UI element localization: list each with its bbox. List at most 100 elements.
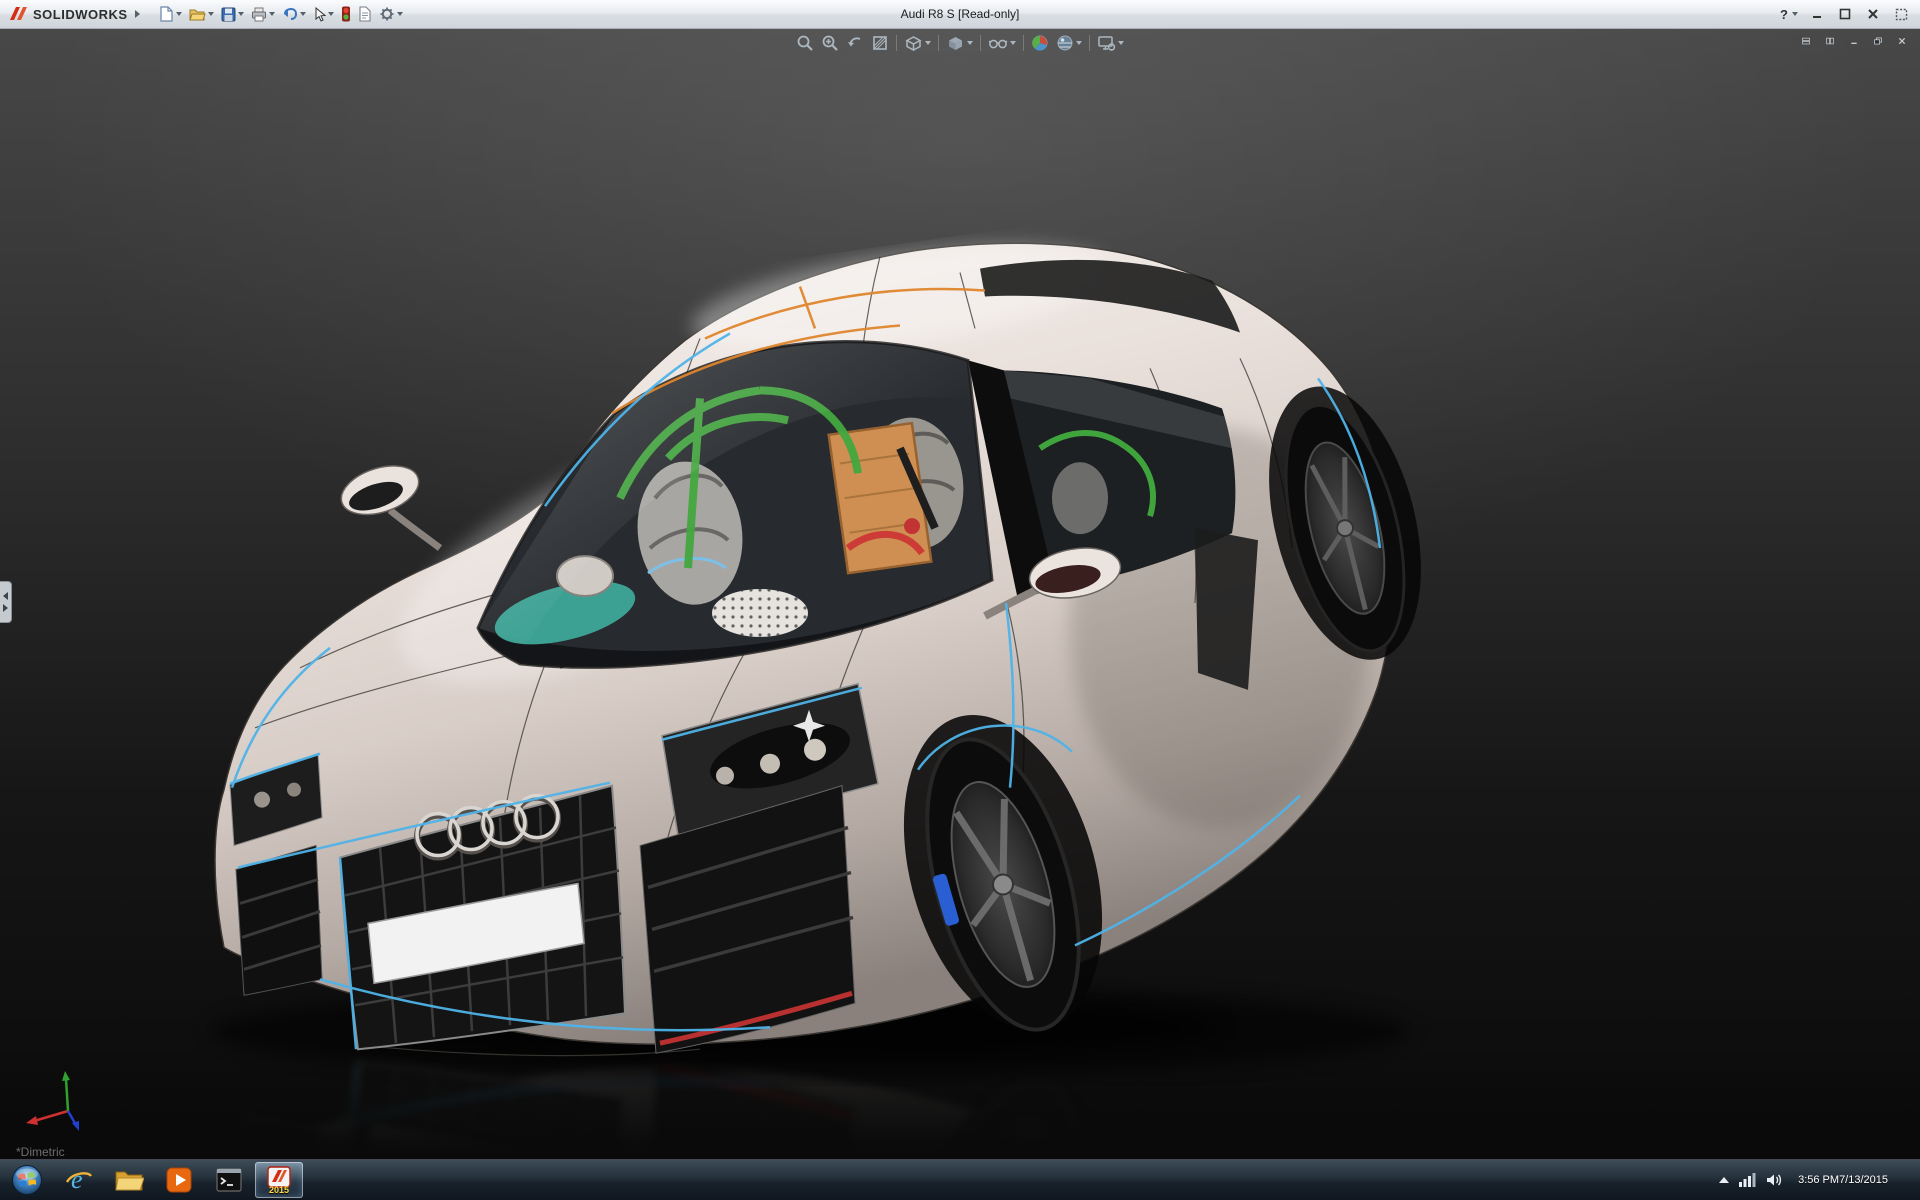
hide-show-items-button[interactable] [985,31,1019,55]
close-button[interactable] [1860,4,1886,24]
dropdown-caret-icon [176,12,182,16]
file-properties-icon [358,6,372,22]
save-icon [221,7,236,22]
hidden-icons-button[interactable] [1719,1177,1729,1183]
network-icon [1738,1172,1756,1188]
rebuild-button[interactable] [338,2,354,26]
document-restore-button[interactable] [1868,32,1888,50]
dropdown-caret-icon [1792,12,1798,16]
undo-button[interactable] [279,2,309,26]
media-player-icon [165,1166,193,1194]
internet-explorer-icon: e [64,1165,94,1195]
maximize-button[interactable] [1832,4,1858,24]
menu-expand-chevron-icon[interactable] [135,10,140,18]
dropdown-caret-icon [269,12,275,16]
taskbar-command-prompt-button[interactable] [205,1162,253,1198]
section-view-icon [871,34,889,52]
headsup-view-toolbar [793,31,1127,55]
open-button[interactable] [186,2,217,26]
toolbar-separator [1023,35,1024,51]
minimize-icon [1811,8,1823,20]
view-orientation-cube-icon [904,34,923,52]
clock-date: 7/13/2015 [1839,1173,1888,1188]
fullscreen-toggle-button[interactable] [1888,4,1914,24]
windows-start-orb-icon [11,1164,43,1196]
fullscreen-toggle-icon [1895,8,1908,21]
tile-horizontal-icon [1802,35,1810,47]
display-style-button[interactable] [943,31,976,55]
print-icon [251,7,267,22]
edit-appearance-button[interactable] [1028,31,1052,55]
taskbar-media-player-button[interactable] [155,1162,203,1198]
network-status-button[interactable] [1738,1172,1756,1188]
taskbar-internet-explorer-button[interactable]: e [55,1162,103,1198]
audi-r8-model[interactable] [0,29,1920,1159]
toolbar-separator [980,35,981,51]
toolbar-separator [896,35,897,51]
hidden-icons-caret-icon [1719,1177,1729,1183]
options-button[interactable] [376,2,406,26]
orientation-label: *Dimetric [16,1145,65,1159]
system-tray: 3:56 PM 7/13/2015 [1719,1160,1920,1200]
minimize-button[interactable] [1804,4,1830,24]
dropdown-caret-icon [925,41,931,45]
expand-right-arrow-icon [3,604,8,612]
clock-time: 3:56 PM [1798,1173,1839,1188]
zoom-to-area-button[interactable] [818,31,842,55]
folder-icon [114,1167,144,1193]
dropdown-caret-icon [397,12,403,16]
help-button[interactable]: ? [1776,4,1802,24]
zoom-to-area-icon [821,34,839,52]
view-settings-button[interactable] [1094,31,1127,55]
dropdown-caret-icon [967,41,973,45]
windows-taskbar: e [0,1159,1920,1200]
taskbar-clock[interactable]: 3:56 PM 7/13/2015 [1792,1173,1894,1188]
file-properties-button[interactable] [355,2,375,26]
zoom-to-fit-button[interactable] [793,31,817,55]
volume-button[interactable] [1765,1172,1783,1188]
previous-view-button[interactable] [843,31,867,55]
command-prompt-icon [215,1167,243,1193]
print-button[interactable] [248,2,278,26]
start-button[interactable] [0,1160,54,1200]
orientation-triad [22,1067,86,1143]
toolbar-separator [1089,35,1090,51]
solidworks-version-badge: 2015 [269,1186,289,1195]
close-icon [1867,8,1879,20]
restore-icon [1874,35,1882,47]
options-gear-icon [379,6,395,22]
tile-horizontal-button[interactable] [1796,32,1816,50]
tile-vertical-button[interactable] [1820,32,1840,50]
view-settings-icon [1097,34,1116,52]
edit-appearance-ball-icon [1031,34,1049,52]
new-document-button[interactable] [156,2,185,26]
select-button[interactable] [310,2,337,26]
previous-view-icon [846,34,864,52]
zoom-to-fit-icon [796,34,814,52]
taskbar-file-explorer-button[interactable] [105,1162,153,1198]
select-cursor-icon [313,7,326,22]
collapse-left-arrow-icon [3,592,8,600]
window-title: Audi R8 S [Read-only] [901,7,1020,21]
featuremanager-collapse-tab[interactable] [0,581,12,623]
quick-access-toolbar [156,2,406,26]
dropdown-caret-icon [300,12,306,16]
save-button[interactable] [218,2,247,26]
titlebar: SOLIDWORKS [0,0,1920,29]
tile-vertical-icon [1826,35,1834,47]
section-view-button[interactable] [868,31,892,55]
solidworks-menu-button[interactable]: SOLIDWORKS [0,5,146,23]
dropdown-caret-icon [328,12,334,16]
document-close-button[interactable] [1892,32,1912,50]
solidworks-logo-icon [8,5,28,23]
taskbar-solidworks-button[interactable]: 2015 [255,1162,303,1198]
open-folder-icon [189,7,206,22]
document-minimize-button[interactable] [1844,32,1864,50]
apply-scene-button[interactable] [1053,31,1085,55]
minimize-icon [1850,35,1858,47]
apply-scene-icon [1056,34,1074,52]
dropdown-caret-icon [208,12,214,16]
rebuild-traffic-light-icon [341,6,351,22]
graphics-viewport[interactable]: *Dimetric [0,29,1920,1159]
view-orientation-button[interactable] [901,31,934,55]
